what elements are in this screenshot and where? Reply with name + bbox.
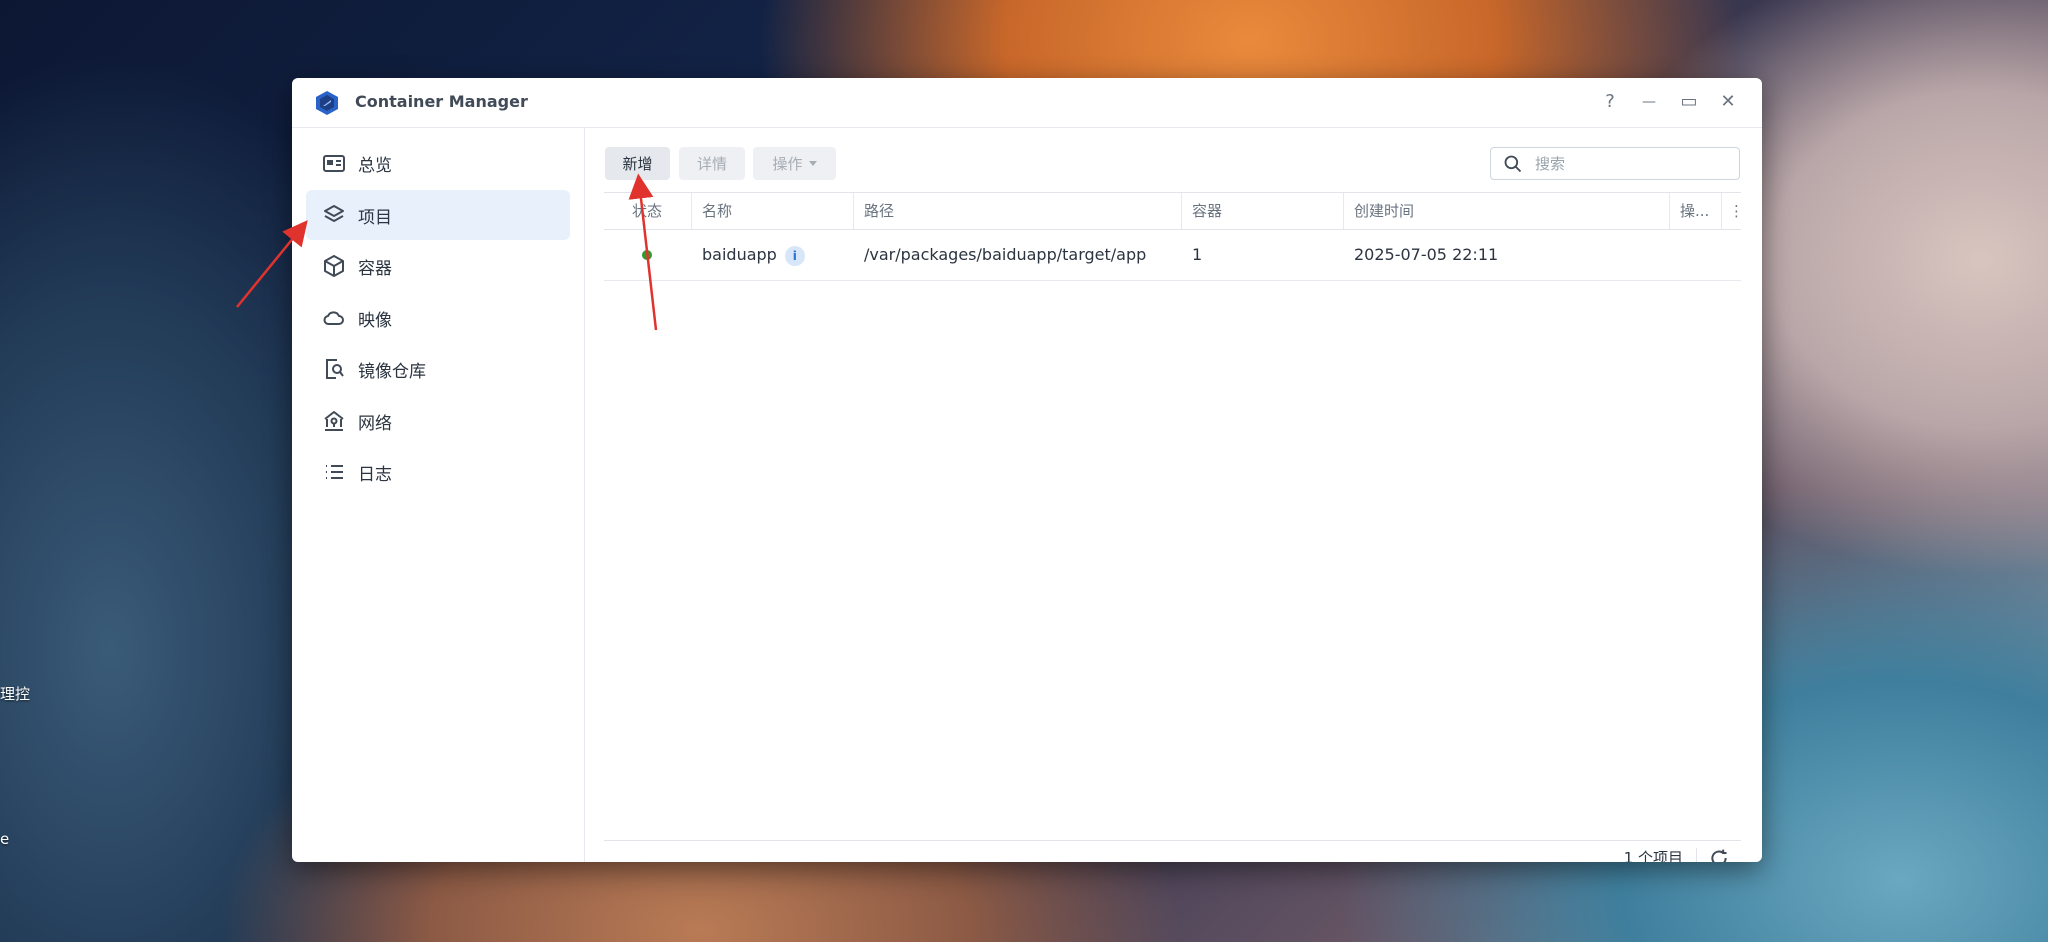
cell-containers: 1 xyxy=(1192,245,1203,264)
overview-card-icon xyxy=(323,155,345,172)
item-count: 1 个项目 xyxy=(1623,849,1683,862)
chevron-down-icon xyxy=(808,161,817,166)
sidebar-item-logs[interactable]: 日志 xyxy=(306,447,570,497)
column-menu-icon[interactable]: ⋮ xyxy=(1722,193,1744,229)
sidebar-item-images[interactable]: 映像 xyxy=(306,293,570,343)
cell-path: /var/packages/baiduapp/target/app xyxy=(864,245,1147,264)
info-icon[interactable]: i xyxy=(784,245,805,266)
cloud-icon xyxy=(323,311,344,325)
cell-created: 2025-07-05 22:11 xyxy=(1354,245,1499,264)
actions-dropdown[interactable]: 操作 xyxy=(753,147,836,180)
column-status[interactable]: 状态 xyxy=(604,193,692,229)
search-field[interactable] xyxy=(1490,147,1740,180)
table-row[interactable]: baiduapp i /var/packages/baiduapp/target/… xyxy=(604,230,1741,281)
close-icon[interactable]: ✕ xyxy=(1716,90,1740,114)
sidebar-item-label: 项目 xyxy=(358,207,392,228)
sidebar-item-label: 日志 xyxy=(358,464,392,485)
sidebar-item-label: 映像 xyxy=(358,310,392,331)
network-house-icon xyxy=(324,411,344,431)
minimize-icon[interactable]: — xyxy=(1637,90,1661,114)
column-containers[interactable]: 容器 xyxy=(1182,193,1344,229)
layers-icon xyxy=(324,205,344,222)
container-manager-window: Container Manager ? — ▭ ✕ 总览 项目 容器 映像 镜像… xyxy=(292,78,1762,862)
sidebar-item-containers[interactable]: 容器 xyxy=(306,241,570,291)
projects-table: 状态 名称 路径 容器 创建时间 操... ⋮ baiduapp i /var/p… xyxy=(604,192,1744,281)
help-icon[interactable]: ? xyxy=(1598,90,1622,114)
container-manager-app-icon xyxy=(316,91,338,115)
table-header: 状态 名称 路径 容器 创建时间 操... ⋮ xyxy=(604,192,1744,230)
table-footer: 1 个项目 xyxy=(604,840,1741,862)
column-created[interactable]: 创建时间 xyxy=(1344,193,1670,229)
search-icon xyxy=(1504,155,1522,172)
refresh-icon[interactable] xyxy=(1696,848,1729,862)
sidebar-item-label: 镜像仓库 xyxy=(358,361,426,382)
sidebar-item-label: 网络 xyxy=(358,413,392,434)
sidebar: 总览 项目 容器 映像 镜像仓库 网络 日志 xyxy=(292,128,585,862)
cell-name: baiduapp i xyxy=(692,230,854,280)
cube-icon xyxy=(324,255,344,277)
registry-search-icon xyxy=(326,359,344,379)
column-actions[interactable]: 操... xyxy=(1670,193,1722,229)
sidebar-item-label: 总览 xyxy=(358,155,392,176)
status-running-icon xyxy=(642,250,652,260)
desktop-label-2[interactable]: e xyxy=(0,830,9,848)
add-button[interactable]: 新增 xyxy=(605,147,670,180)
maximize-icon[interactable]: ▭ xyxy=(1677,90,1701,114)
details-button[interactable]: 详情 xyxy=(679,147,745,180)
project-name[interactable]: baiduapp xyxy=(702,245,777,264)
sidebar-item-overview[interactable]: 总览 xyxy=(306,138,570,188)
actions-label: 操作 xyxy=(772,155,803,173)
search-input[interactable] xyxy=(1533,153,1717,174)
main-content: 新增 详情 操作 状态 名称 路径 容器 创建时间 操... ⋮ baid xyxy=(584,128,1762,862)
sidebar-item-projects[interactable]: 项目 xyxy=(306,190,570,240)
app-title: Container Manager xyxy=(355,92,528,111)
sidebar-item-registry[interactable]: 镜像仓库 xyxy=(306,344,570,394)
title-bar: Container Manager ? — ▭ ✕ xyxy=(292,78,1762,128)
column-name[interactable]: 名称 xyxy=(692,193,854,229)
desktop-label-1[interactable]: 理控 xyxy=(0,683,30,704)
column-path[interactable]: 路径 xyxy=(854,193,1182,229)
sidebar-item-network[interactable]: 网络 xyxy=(306,396,570,446)
sidebar-item-label: 容器 xyxy=(358,258,392,279)
list-icon xyxy=(326,465,343,479)
